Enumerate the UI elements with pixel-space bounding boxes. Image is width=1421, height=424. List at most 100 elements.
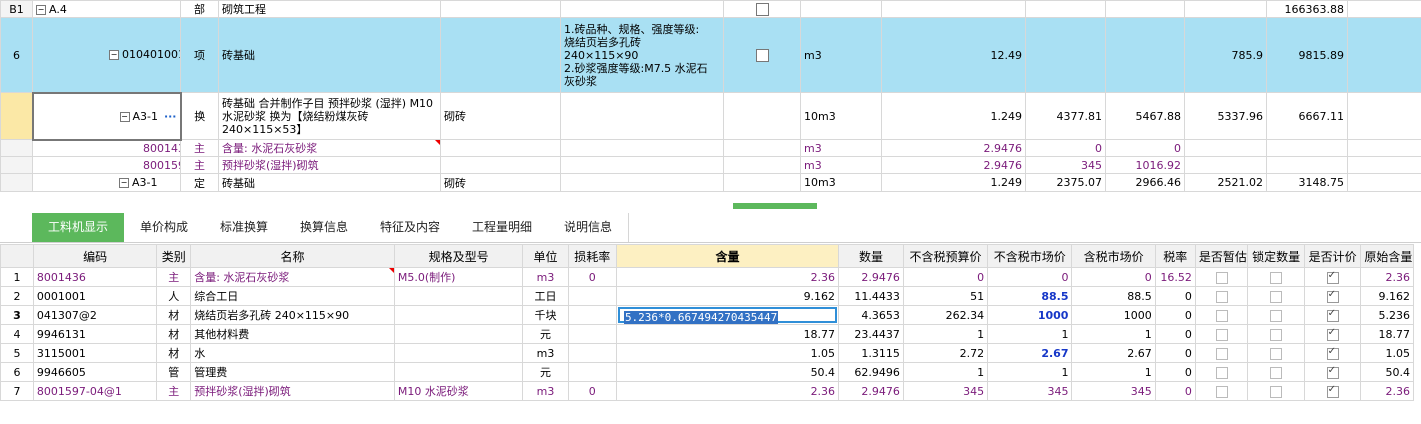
total-cell[interactable]: 3148.75 bbox=[1266, 173, 1348, 192]
original-content-cell[interactable]: 2.36 bbox=[1360, 381, 1414, 401]
spec-cell[interactable] bbox=[440, 156, 561, 174]
priced-cell[interactable] bbox=[1303, 324, 1362, 344]
loss-cell[interactable] bbox=[567, 324, 617, 344]
header-unit[interactable]: 单位 bbox=[522, 244, 569, 268]
table-row[interactable]: − A3-1 定 砖基础 砌砖 10m3 1.249 2375.07 2966.4… bbox=[0, 173, 1421, 192]
header-loss-rate[interactable]: 损耗率 bbox=[567, 244, 617, 268]
feature-cell[interactable] bbox=[560, 0, 724, 18]
flag-cell[interactable] bbox=[723, 139, 801, 157]
priced-checkbox[interactable] bbox=[1326, 327, 1339, 341]
total-cell[interactable]: 166363.88 bbox=[1266, 0, 1348, 18]
code-cell[interactable]: 8001436 bbox=[32, 139, 181, 157]
feature-cell[interactable] bbox=[560, 139, 724, 157]
category-cell[interactable]: 材 bbox=[156, 324, 192, 344]
lock-cell[interactable] bbox=[1247, 267, 1305, 287]
extra-cell[interactable] bbox=[1347, 17, 1421, 93]
provisional-checkbox[interactable] bbox=[1215, 290, 1228, 303]
flag-cell[interactable] bbox=[723, 0, 801, 18]
code-cell[interactable]: 9946605 bbox=[32, 362, 158, 382]
budget-price-cell[interactable]: 0 bbox=[902, 267, 989, 287]
unit-cell[interactable]: m3 bbox=[800, 156, 882, 174]
feature-cell[interactable] bbox=[560, 156, 724, 174]
tab-quantity-detail[interactable]: 工程量明细 bbox=[456, 213, 549, 242]
tax-rate-cell[interactable]: 0 bbox=[1154, 381, 1196, 401]
value1-cell[interactable] bbox=[1025, 0, 1106, 18]
tax-market-price-cell[interactable]: 0 bbox=[1071, 267, 1156, 287]
header-provisional[interactable]: 是否暂估 bbox=[1194, 244, 1249, 268]
name-cell[interactable]: 砌筑工程 bbox=[218, 0, 441, 18]
table-row-selected[interactable]: 3 041307@2 材 烧结页岩多孔砖 240×115×90 千块 5.236… bbox=[0, 305, 1414, 325]
category-cell[interactable]: 材 bbox=[156, 343, 192, 363]
type-cell[interactable]: 主 bbox=[180, 156, 219, 174]
flag-checkbox[interactable] bbox=[755, 48, 769, 62]
flag-cell[interactable] bbox=[723, 17, 801, 93]
tax-market-price-cell[interactable]: 88.5 bbox=[1071, 286, 1156, 306]
spec-cell[interactable] bbox=[393, 362, 524, 382]
budget-price-cell[interactable]: 345 bbox=[902, 381, 989, 401]
category-cell[interactable]: 管 bbox=[156, 362, 192, 382]
content-cell[interactable]: 50.4 bbox=[615, 362, 840, 382]
extra-cell[interactable] bbox=[1347, 139, 1421, 157]
budget-price-cell[interactable]: 51 bbox=[902, 286, 989, 306]
market-price-cell[interactable]: 88.5 bbox=[987, 286, 1073, 306]
panel-splitter-handle[interactable] bbox=[733, 203, 817, 209]
tax-market-price-cell[interactable]: 2.67 bbox=[1071, 343, 1156, 363]
collapse-icon[interactable]: − bbox=[109, 50, 119, 61]
code-cell[interactable]: 9946131 bbox=[32, 324, 158, 344]
value2-cell[interactable]: 2966.46 bbox=[1105, 173, 1185, 192]
tab-features[interactable]: 特征及内容 bbox=[364, 213, 457, 242]
spec-cell[interactable]: 砌砖 bbox=[440, 92, 561, 140]
name-cell[interactable]: 预拌砂浆(湿拌)砌筑 bbox=[190, 381, 395, 401]
category-cell[interactable]: 主 bbox=[156, 267, 192, 287]
tax-market-price-cell[interactable]: 345 bbox=[1071, 381, 1156, 401]
original-content-cell[interactable]: 2.36 bbox=[1360, 267, 1414, 287]
spec-cell[interactable]: 砌砖 bbox=[440, 173, 561, 192]
tax-rate-cell[interactable]: 0 bbox=[1154, 343, 1196, 363]
value1-cell[interactable]: 0 bbox=[1025, 139, 1106, 157]
code-cell[interactable]: − A.4 bbox=[32, 0, 181, 18]
priced-checkbox[interactable] bbox=[1326, 308, 1339, 322]
provisional-checkbox[interactable] bbox=[1215, 309, 1228, 322]
header-code[interactable]: 编码 bbox=[32, 244, 158, 268]
loss-cell[interactable] bbox=[567, 286, 617, 306]
value2-cell[interactable]: 5467.88 bbox=[1105, 92, 1185, 140]
category-cell[interactable]: 材 bbox=[156, 305, 192, 325]
quantity-cell[interactable]: 11.4433 bbox=[838, 286, 904, 306]
qty-cell[interactable]: 12.49 bbox=[881, 17, 1026, 93]
priced-cell[interactable] bbox=[1303, 286, 1362, 306]
value1-cell[interactable]: 4377.81 bbox=[1025, 92, 1106, 140]
upper-grid[interactable]: B1 −A.4 部 砌筑工程 166363.88 6 −010401001001… bbox=[0, 0, 1421, 200]
table-row[interactable]: 6 9946605 管 管理费 元 50.4 62.9496 1 1 1 0 5… bbox=[0, 362, 1414, 382]
tax-rate-cell[interactable]: 0 bbox=[1154, 305, 1196, 325]
value3-cell[interactable] bbox=[1184, 0, 1267, 18]
budget-price-cell[interactable]: 1 bbox=[902, 324, 989, 344]
unit-cell[interactable]: 元 bbox=[522, 324, 569, 344]
market-price-cell[interactable]: 0 bbox=[987, 267, 1073, 287]
tax-rate-cell[interactable]: 0 bbox=[1154, 286, 1196, 306]
budget-price-cell[interactable]: 262.34 bbox=[902, 305, 989, 325]
spec-cell[interactable]: M10 水泥砂浆 bbox=[393, 381, 524, 401]
name-cell[interactable]: 含量: 水泥石灰砂浆 bbox=[190, 267, 395, 287]
header-tax-market-price[interactable]: 含税市场价 bbox=[1071, 244, 1156, 268]
collapse-icon[interactable]: − bbox=[119, 178, 129, 188]
unit-cell[interactable]: 工日 bbox=[522, 286, 569, 306]
code-cell[interactable]: 3115001 bbox=[32, 343, 158, 363]
total-cell[interactable]: 6667.11 bbox=[1266, 92, 1348, 140]
feature-cell[interactable]: 1.砖品种、规格、强度等级: 烧结页岩多孔砖 240×115×90 2.砂浆强度… bbox=[560, 17, 724, 93]
header-quantity[interactable]: 数量 bbox=[838, 244, 904, 268]
extra-cell[interactable] bbox=[1347, 156, 1421, 174]
table-row[interactable]: 7 8001597-04@1 主 预拌砂浆(湿拌)砌筑 M10 水泥砂浆 m3 … bbox=[0, 381, 1414, 401]
lock-checkbox[interactable] bbox=[1270, 309, 1283, 322]
feature-cell[interactable] bbox=[560, 173, 724, 192]
original-content-cell[interactable]: 5.236 bbox=[1360, 305, 1414, 325]
value2-cell[interactable] bbox=[1105, 0, 1185, 18]
tax-market-price-cell[interactable]: 1 bbox=[1071, 362, 1156, 382]
resource-grid[interactable]: 编码 类别 名称 规格及型号 单位 损耗率 含量 数量 不含税预算价 不含税市场… bbox=[0, 244, 1421, 424]
value2-cell[interactable]: 1016.92 bbox=[1105, 156, 1185, 174]
name-cell[interactable]: 水 bbox=[190, 343, 395, 363]
priced-checkbox[interactable] bbox=[1326, 270, 1339, 284]
priced-checkbox[interactable] bbox=[1326, 346, 1339, 360]
extra-cell[interactable] bbox=[1347, 0, 1421, 18]
spec-cell[interactable] bbox=[440, 139, 561, 157]
budget-price-cell[interactable]: 2.72 bbox=[902, 343, 989, 363]
